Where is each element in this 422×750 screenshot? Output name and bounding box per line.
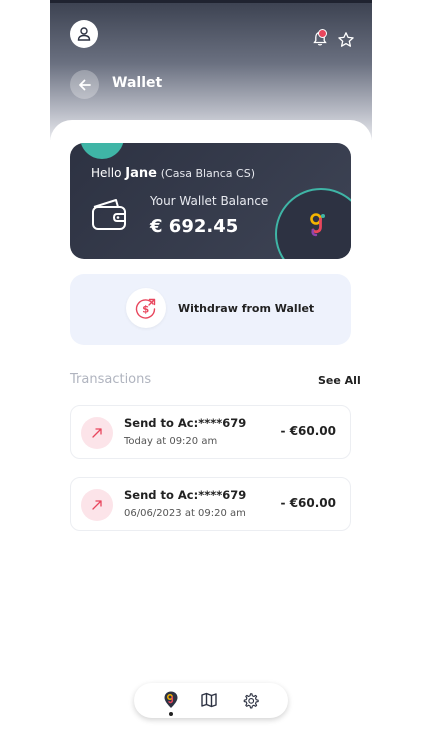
arrow-left-icon: [78, 79, 91, 90]
home-logo-icon: [164, 691, 178, 708]
transaction-amount: - €60.00: [280, 496, 336, 510]
transaction-title: Send to Ac:****679: [124, 488, 247, 502]
phone-screen: Wallet Hello Jane (Casa Blanca CS) Your …: [50, 0, 372, 750]
transaction-amount: - €60.00: [280, 424, 336, 438]
withdraw-icon-wrap: $: [126, 288, 166, 328]
status-bar: [50, 0, 372, 3]
transactions-heading: Transactions: [70, 372, 152, 387]
transaction-title: Send to Ac:****679: [124, 416, 247, 430]
profile-button[interactable]: [70, 20, 98, 48]
nav-item-home[interactable]: [161, 690, 181, 710]
gear-icon: [243, 692, 259, 709]
dollar-withdraw-icon: $: [135, 298, 156, 319]
back-button[interactable]: [70, 70, 99, 99]
transaction-icon-wrap: [81, 489, 113, 521]
map-icon: [201, 692, 217, 708]
bottom-nav: [134, 683, 288, 718]
greeting-text: Hello: [91, 166, 122, 180]
nav-active-indicator: [169, 712, 173, 716]
transaction-date: Today at 09:20 am: [124, 436, 218, 447]
withdraw-label: Withdraw from Wallet: [178, 302, 315, 315]
nav-item-settings[interactable]: [240, 690, 260, 710]
greeting-line: Hello Jane (Casa Blanca CS): [91, 166, 255, 181]
transaction-row[interactable]: Send to Ac:****679 Today at 09:20 am - €…: [70, 405, 351, 459]
withdraw-button[interactable]: $ Withdraw from Wallet: [70, 274, 351, 345]
header-background: [50, 0, 372, 140]
arrow-up-right-icon: [92, 500, 102, 510]
user-name: Jane: [125, 166, 157, 181]
arrow-up-right-icon: [92, 428, 102, 438]
nav-item-map[interactable]: [199, 690, 219, 710]
star-icon[interactable]: [337, 31, 355, 49]
transaction-row[interactable]: Send to Ac:****679 06/06/2023 at 09:20 a…: [70, 477, 351, 531]
wallet-icon: [92, 199, 126, 230]
brand-logo-icon: [310, 213, 325, 237]
page-title: Wallet: [112, 75, 163, 91]
wallet-balance-card: Hello Jane (Casa Blanca CS) Your Wallet …: [70, 143, 351, 259]
decorative-blob: [80, 143, 124, 159]
balance-amount: € 692.45: [150, 216, 239, 237]
transaction-icon-wrap: [81, 417, 113, 449]
user-icon: [77, 27, 91, 41]
balance-label: Your Wallet Balance: [150, 194, 269, 208]
transaction-date: 06/06/2023 at 09:20 am: [124, 508, 246, 519]
see-all-link[interactable]: See All: [318, 374, 361, 387]
organization-name: (Casa Blanca CS): [160, 167, 256, 180]
svg-text:$: $: [142, 305, 149, 316]
notification-badge: [318, 29, 327, 38]
